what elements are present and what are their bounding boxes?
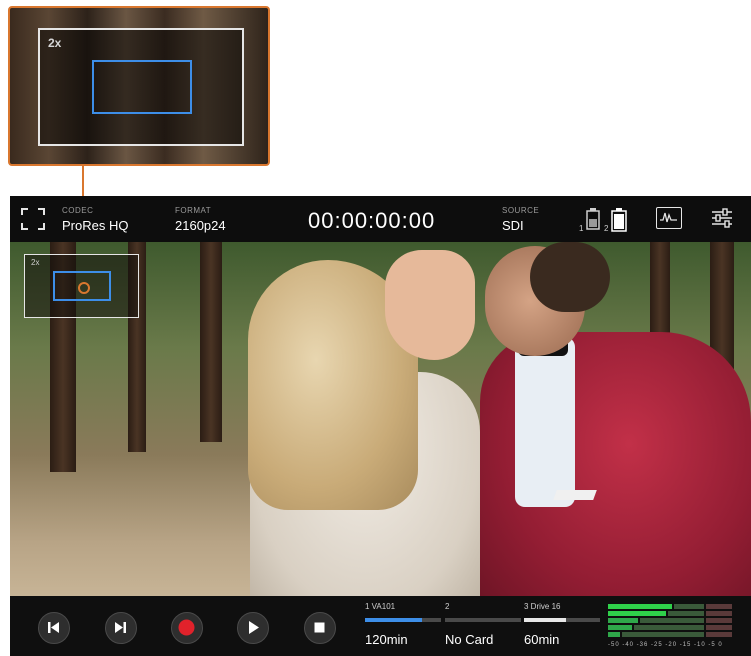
scope-icon[interactable]	[656, 207, 682, 229]
media-remaining: 60min	[524, 632, 560, 647]
record-icon	[178, 619, 195, 636]
media-remaining: No Card	[445, 632, 494, 647]
groom-hair	[530, 242, 610, 312]
battery-2-label: 2	[604, 224, 609, 233]
codec-label: CODEC	[62, 206, 94, 215]
stop-icon	[314, 622, 325, 633]
zoom-overlay-label: 2x	[31, 258, 40, 267]
skip-back-icon	[48, 622, 59, 633]
zoom-callout-frame: 2x	[38, 28, 244, 146]
zoom-callout-label: 2x	[48, 36, 62, 50]
media-capacity-bar	[445, 618, 521, 622]
source-label: SOURCE	[502, 206, 540, 215]
media-capacity-bar	[524, 618, 600, 622]
media-slot-label: 2	[445, 602, 450, 611]
media-capacity-bar	[365, 618, 441, 622]
audio-meter-channel	[608, 604, 732, 609]
format-label: FORMAT	[175, 206, 212, 215]
timecode-display[interactable]: 00:00:00:00	[308, 208, 435, 234]
codec-value[interactable]: ProRes HQ	[62, 218, 128, 233]
play-icon	[249, 621, 259, 634]
bride-face	[385, 250, 475, 360]
media-remaining: 120min	[365, 632, 408, 647]
record-button[interactable]	[171, 612, 203, 644]
settings-sliders-icon[interactable]	[710, 207, 734, 229]
media-slot-label: 3 Drive 16	[524, 602, 561, 611]
audio-meter-channel	[608, 625, 732, 630]
media-capacity-fill	[365, 618, 422, 622]
audio-meter-scale: -50 -40 -36 -25 -20 -15 -10 -5 0	[608, 642, 723, 648]
fullscreen-icon[interactable]	[20, 207, 46, 231]
zoom-overlay[interactable]: 2x	[24, 254, 139, 318]
battery-1-label: 1	[579, 224, 584, 233]
zoom-callout: 2x	[8, 6, 270, 166]
media-slot-label: 1 VA101	[365, 602, 396, 611]
video-preview[interactable]: 2x	[10, 242, 751, 596]
zoom-callout-region	[92, 60, 192, 114]
tree-trunk	[200, 242, 222, 442]
audio-meter-channel	[608, 611, 732, 616]
pocket-square	[553, 490, 597, 500]
play-button[interactable]	[237, 612, 269, 644]
zoom-overlay-handle[interactable]	[78, 282, 90, 294]
monitor-screen: CODEC ProRes HQ FORMAT 2160p24 00:00:00:…	[10, 196, 751, 656]
status-bar: CODEC ProRes HQ FORMAT 2160p24 00:00:00:…	[10, 196, 751, 242]
audio-meter-channel	[608, 632, 732, 637]
groom-shirt	[515, 337, 575, 507]
audio-meter-channel	[608, 618, 732, 623]
format-value[interactable]: 2160p24	[175, 218, 226, 233]
stop-button[interactable]	[304, 612, 336, 644]
audio-meters[interactable]: -50 -40 -36 -25 -20 -15 -10 -5 0	[600, 602, 740, 652]
source-value[interactable]: SDI	[502, 218, 524, 233]
media-capacity-fill	[524, 618, 566, 622]
skip-back-button[interactable]	[38, 612, 70, 644]
battery-2-icon	[611, 208, 627, 232]
battery-1-icon	[586, 208, 600, 230]
skip-forward-icon	[115, 622, 126, 633]
transport-bar: 1 VA101 120min 2 No Card 3 Drive 16 60mi…	[10, 596, 751, 656]
skip-forward-button[interactable]	[105, 612, 137, 644]
